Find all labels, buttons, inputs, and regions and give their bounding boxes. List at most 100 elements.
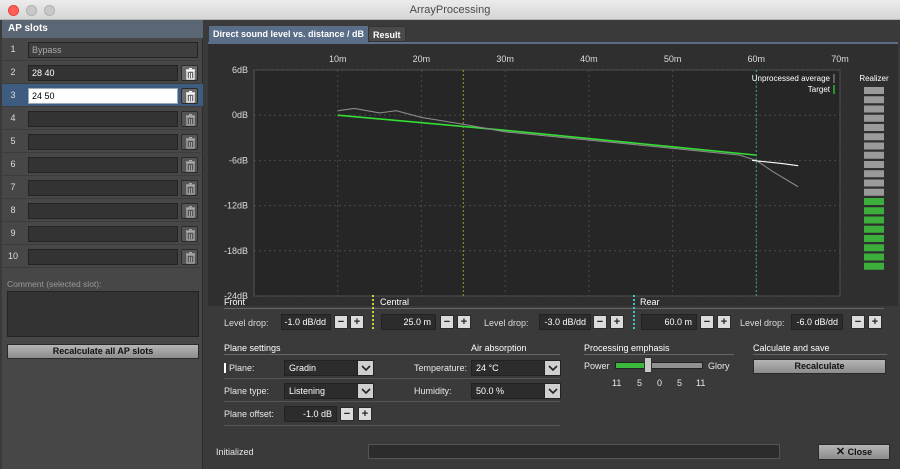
front-drop-minus-button[interactable]: − bbox=[334, 315, 348, 329]
recalculate-all-button[interactable]: Recalculate all AP slots bbox=[7, 344, 199, 359]
realizer-segment bbox=[864, 253, 884, 261]
rear-drop-plus-button[interactable]: + bbox=[868, 315, 882, 329]
plane-select[interactable]: Gradin bbox=[284, 360, 374, 376]
ap-slot-name-input[interactable] bbox=[28, 249, 178, 265]
calculate-save-header: Calculate and save bbox=[753, 343, 830, 353]
rear-distance-minus-button[interactable]: − bbox=[700, 315, 714, 329]
ap-slot-row[interactable]: 9 bbox=[2, 222, 203, 245]
emphasis-slider-track[interactable] bbox=[615, 362, 703, 369]
plane-row-divider-3 bbox=[224, 425, 560, 426]
central-distance-input[interactable]: 25.0 m bbox=[381, 314, 436, 330]
comment-label: Comment (selected slot): bbox=[7, 279, 102, 289]
plane-dropdown-chevron-icon[interactable] bbox=[357, 361, 373, 375]
trash-icon[interactable] bbox=[181, 111, 198, 127]
x-tick-label: 60m bbox=[748, 54, 766, 64]
ap-slot-name-input[interactable]: 24 50 bbox=[28, 88, 178, 104]
realizer-segment bbox=[864, 114, 884, 122]
ap-slot-row[interactable]: 4 bbox=[2, 107, 203, 130]
central-distance-minus-button[interactable]: − bbox=[440, 315, 454, 329]
rear-distance-plus-button[interactable]: + bbox=[717, 315, 731, 329]
central-drop-plus-button[interactable]: + bbox=[610, 315, 624, 329]
trash-icon[interactable] bbox=[181, 226, 198, 242]
y-tick-label: -18dB bbox=[224, 246, 248, 256]
power-label: Power bbox=[584, 361, 610, 371]
ap-slot-number: 9 bbox=[10, 228, 16, 238]
ap-slot-row[interactable]: 1 Bypass bbox=[2, 38, 203, 61]
front-drop-plus-button[interactable]: + bbox=[350, 315, 364, 329]
realizer-segment bbox=[864, 244, 884, 252]
ap-slot-number: 8 bbox=[10, 205, 16, 215]
central-distance-plus-button[interactable]: + bbox=[457, 315, 471, 329]
ap-slot-row[interactable]: 3 24 50 bbox=[2, 84, 203, 107]
realizer-segment bbox=[864, 105, 884, 113]
trash-icon[interactable] bbox=[181, 180, 198, 196]
ap-slot-name-input[interactable] bbox=[28, 203, 178, 219]
ap-slot-row[interactable]: 5 bbox=[2, 130, 203, 153]
plane-row-divider-2 bbox=[224, 401, 560, 402]
ap-slot-number: 5 bbox=[10, 136, 16, 146]
emphasis-slider-thumb[interactable] bbox=[644, 357, 653, 373]
trash-icon[interactable] bbox=[181, 249, 198, 265]
realizer-segment bbox=[864, 179, 884, 187]
ap-slot-row[interactable]: 8 bbox=[2, 199, 203, 222]
plane-offset-input[interactable]: -1.0 dB bbox=[284, 406, 337, 422]
emphasis-tick-5: 11 bbox=[696, 378, 706, 388]
rear-level-drop-label: Level drop: bbox=[740, 318, 785, 328]
ap-slot-row[interactable]: 6 bbox=[2, 153, 203, 176]
emphasis-tick-3: 0 bbox=[657, 378, 663, 388]
realizer-segment bbox=[864, 262, 884, 270]
minimize-window-icon[interactable] bbox=[26, 5, 37, 16]
ap-slot-name-input[interactable] bbox=[28, 226, 178, 242]
tab-direct-sound[interactable]: Direct sound level vs. distance / dB bbox=[209, 26, 369, 42]
rear-drop-minus-button[interactable]: − bbox=[851, 315, 865, 329]
comment-textarea[interactable] bbox=[7, 291, 199, 337]
chart-area: 6dB 0dB -6dB -12dB -18dB -24dB 10m 20m 30m 40m 50m… bbox=[208, 44, 898, 306]
ap-slot-name-input[interactable] bbox=[28, 134, 178, 150]
zoom-window-icon[interactable] bbox=[44, 5, 55, 16]
ap-slot-number: 6 bbox=[10, 159, 16, 169]
plane-divider bbox=[224, 354, 560, 355]
temperature-select[interactable]: 24 °C bbox=[471, 360, 561, 376]
main-panel: Direct sound level vs. distance / dB Res… bbox=[206, 20, 900, 469]
emphasis-tick-4: 5 bbox=[677, 378, 683, 388]
close-button[interactable]: ✕ Close bbox=[818, 444, 890, 460]
ap-slot-number: 2 bbox=[10, 67, 16, 77]
close-window-icon[interactable] bbox=[8, 5, 19, 16]
rear-distance-input[interactable]: 60.0 m bbox=[641, 314, 697, 330]
humidity-select[interactable]: 50.0 % bbox=[471, 383, 561, 399]
realizer-segment bbox=[864, 124, 884, 131]
trash-icon[interactable] bbox=[181, 157, 198, 173]
ap-slot-name-input[interactable]: 28 40 bbox=[28, 65, 178, 81]
temperature-dropdown-chevron-icon[interactable] bbox=[544, 361, 560, 375]
ap-slot-name-input[interactable] bbox=[28, 180, 178, 196]
rear-drop-input[interactable]: -6.0 dB/dd bbox=[791, 314, 843, 330]
realizer-segment bbox=[864, 161, 884, 168]
recalculate-button[interactable]: Recalculate bbox=[753, 359, 886, 374]
ap-slots-header: AP slots bbox=[2, 20, 203, 38]
trash-icon[interactable] bbox=[181, 134, 198, 150]
humidity-dropdown-chevron-icon[interactable] bbox=[544, 384, 560, 398]
ap-slot-name-input[interactable] bbox=[28, 157, 178, 173]
y-tick-label: 6dB bbox=[232, 65, 248, 75]
ap-slot-row[interactable]: 10 bbox=[2, 245, 203, 268]
trash-icon[interactable] bbox=[181, 65, 198, 81]
ap-slot-row[interactable]: 7 bbox=[2, 176, 203, 199]
plane-offset-minus-button[interactable]: − bbox=[340, 407, 354, 421]
plane-type-select[interactable]: Listening bbox=[284, 383, 374, 399]
central-drop-input[interactable]: -3.0 dB/dd bbox=[539, 314, 591, 330]
x-tick-label: 30m bbox=[496, 54, 514, 64]
x-tick-label: 10m bbox=[329, 54, 347, 64]
emphasis-tick-1: 11 bbox=[612, 378, 622, 388]
plane-type-dropdown-chevron-icon[interactable] bbox=[357, 384, 373, 398]
window-titlebar: ArrayProcessing bbox=[0, 0, 900, 20]
ap-slot-name-input[interactable]: Bypass bbox=[28, 42, 198, 58]
tab-result[interactable]: Result bbox=[368, 26, 406, 42]
x-tick-label: 40m bbox=[580, 54, 598, 64]
ap-slot-name-input[interactable] bbox=[28, 111, 178, 127]
front-drop-input[interactable]: -1.0 dB/dd bbox=[281, 314, 331, 330]
trash-icon[interactable] bbox=[181, 88, 198, 104]
ap-slot-row[interactable]: 2 28 40 bbox=[2, 61, 203, 84]
plane-offset-plus-button[interactable]: + bbox=[358, 407, 372, 421]
trash-icon[interactable] bbox=[181, 203, 198, 219]
central-drop-minus-button[interactable]: − bbox=[593, 315, 607, 329]
